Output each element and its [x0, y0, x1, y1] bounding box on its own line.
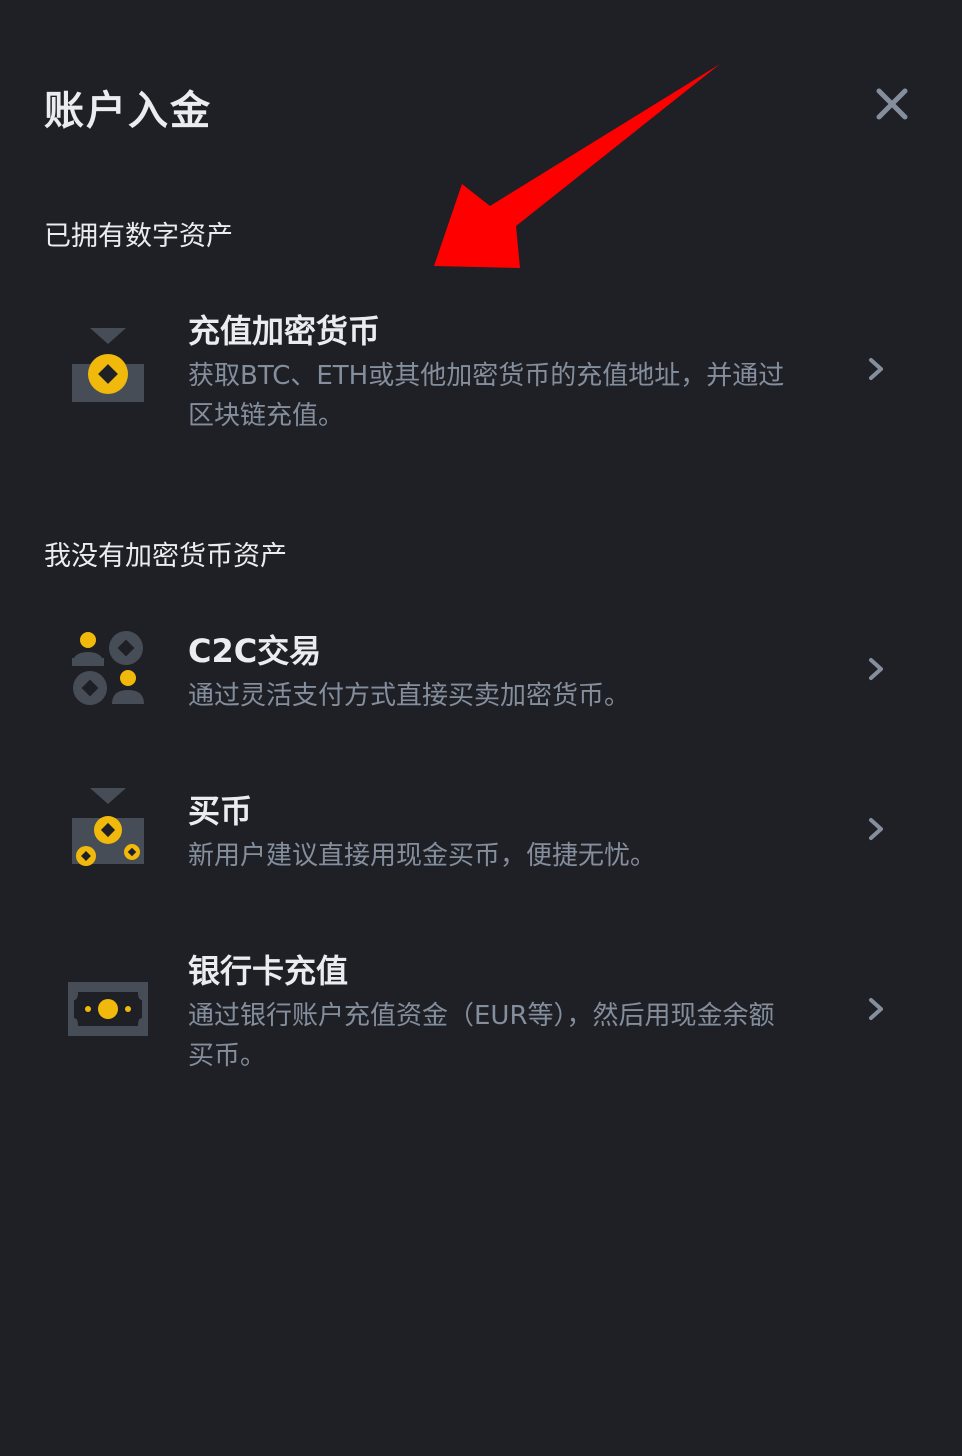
bank-card-deposit-description: 通过银行账户充值资金（EUR等），然后用现金余额买币。: [188, 1001, 775, 1071]
chevron-right-icon: [869, 818, 883, 840]
deposit-crypto-icon: [64, 326, 152, 410]
deposit-crypto-title: 充值加密货币: [188, 312, 381, 350]
buy-crypto-icon: [64, 786, 152, 872]
page-title: 账户入金: [44, 88, 212, 134]
buy-crypto-title: 买币: [188, 792, 253, 830]
deposit-crypto-description: 获取BTC、ETH或其他加密货币的充值地址，并通过区块链充值。: [188, 361, 785, 431]
close-button[interactable]: [868, 80, 916, 128]
c2c-trade-description: 通过灵活支付方式直接买卖加密货币。: [188, 681, 631, 711]
c2c-trade-icon: [64, 628, 152, 712]
section-label-have-assets: 已拥有数字资产: [44, 221, 233, 252]
buy-crypto-option[interactable]: 买币 新用户建议直接用现金买币，便捷无忧。: [0, 780, 962, 890]
close-icon[interactable]: [868, 80, 916, 128]
header: 账户入金: [0, 0, 962, 200]
deposit-crypto-option[interactable]: 充值加密货币 获取BTC、ETH或其他加密货币的充值地址，并通过区块链充值。: [0, 300, 962, 450]
c2c-trade-option[interactable]: C2C交易 通过灵活支付方式直接买卖加密货币。: [0, 620, 962, 730]
bank-card-deposit-option[interactable]: 银行卡充值 通过银行账户充值资金（EUR等），然后用现金余额买币。: [0, 940, 962, 1090]
chevron-right-icon: [869, 998, 883, 1020]
c2c-trade-title: C2C交易: [188, 632, 322, 670]
buy-crypto-description: 新用户建议直接用现金买币，便捷无忧。: [188, 841, 657, 871]
bank-card-deposit-title: 银行卡充值: [188, 952, 349, 990]
section-label-no-assets: 我没有加密货币资产: [44, 541, 287, 572]
chevron-right-icon: [869, 358, 883, 380]
chevron-right-icon: [869, 658, 883, 680]
bank-card-icon: [64, 980, 152, 1042]
